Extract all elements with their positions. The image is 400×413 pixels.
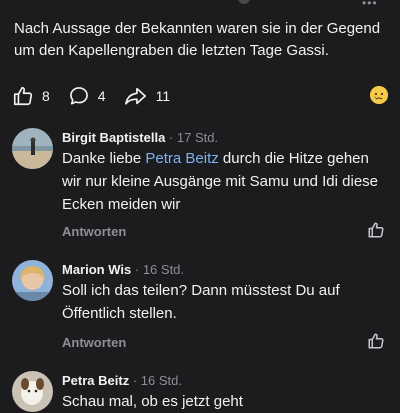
comment-header: Petra Beitz · 16 Std. <box>62 373 182 388</box>
comment-time: 16 Std. <box>142 262 185 277</box>
avatar[interactable] <box>12 260 53 301</box>
comment-author[interactable]: Marion Wis <box>62 262 131 277</box>
comment-text: Danke liebe Petra Beitz durch die Hitze … <box>62 147 392 216</box>
like-count: 8 <box>42 88 50 104</box>
avatar[interactable] <box>12 371 53 412</box>
speech-bubble-icon <box>68 85 90 107</box>
mention-link[interactable]: Petra Beitz <box>145 150 218 167</box>
comment-time: 17 Std. <box>176 130 219 145</box>
like-button[interactable]: 8 <box>12 85 50 107</box>
comment-header: Marion Wis · 16 Std. <box>62 262 184 277</box>
comment-text-part: Danke liebe <box>62 150 146 167</box>
thumbs-up-icon <box>12 85 34 107</box>
reply-button[interactable]: Antworten <box>62 224 126 239</box>
share-button[interactable]: 11 <box>124 85 171 107</box>
separator-dot: · <box>132 373 138 388</box>
comment-author[interactable]: Petra Beitz <box>62 373 129 388</box>
separator-dot: · <box>168 130 174 145</box>
share-count: 11 <box>155 88 171 104</box>
more-dots-icon[interactable]: ••• <box>362 0 378 10</box>
post-text: Nach Aussage der Bekannten waren sie in … <box>14 20 381 59</box>
comment-text: Schau mal, ob es jetzt geht <box>62 393 243 410</box>
avatar[interactable] <box>12 128 53 169</box>
separator-dot: · <box>134 262 140 277</box>
comment-like-button[interactable] <box>367 221 385 244</box>
partial-avatar <box>238 0 250 4</box>
sad-emoji-icon[interactable] <box>370 86 388 104</box>
comment-count: 4 <box>97 88 106 104</box>
thumbs-up-icon <box>367 333 385 354</box>
share-arrow-icon <box>124 85 148 107</box>
comment-author[interactable]: Birgit Baptistella <box>62 130 165 145</box>
reply-button[interactable]: Antworten <box>62 335 126 350</box>
thumbs-up-icon <box>367 222 385 243</box>
comment-button[interactable]: 4 <box>68 85 106 107</box>
comment-like-button[interactable] <box>367 332 385 355</box>
comment-time: 16 Std. <box>140 373 182 388</box>
comment-header: Birgit Baptistella · 17 Std. <box>62 130 218 145</box>
comment-text: Soll ich das teilen? Dann müsstest Du au… <box>62 282 340 322</box>
post-actions: 8 4 11 <box>12 85 188 107</box>
